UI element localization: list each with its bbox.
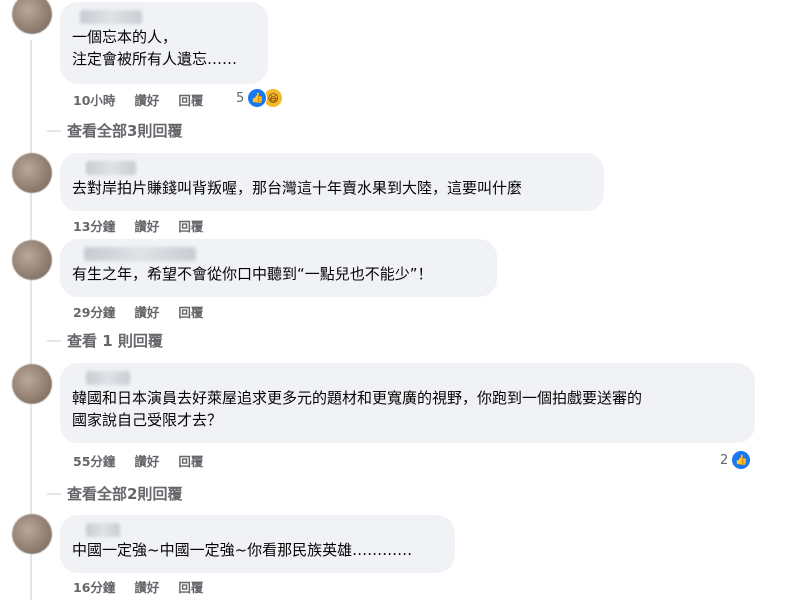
avatar[interactable] [12, 364, 52, 404]
comment-time[interactable]: 16分鐘 [73, 577, 115, 596]
comment-text: 有生之年，希望不會從你口中聽到“一點兒也不能少”！ [72, 265, 433, 283]
comment-author[interactable] [72, 8, 256, 26]
comment-meta: 10小時 讚好 回覆 [73, 90, 222, 109]
avatar[interactable] [12, 0, 52, 34]
comment-text: 韓國和日本演員去好萊屋追求更多元的題材和更寬廣的視野，你跑到一個拍戲要送審的 國… [72, 389, 643, 429]
like-button[interactable]: 讚好 [134, 216, 159, 235]
comment-time[interactable]: 55分鐘 [73, 451, 115, 470]
comment-author[interactable] [72, 159, 592, 177]
avatar[interactable] [12, 153, 52, 193]
comment-bubble: 去對岸拍片賺錢叫背叛喔，那台灣這十年賣水果到大陸，這要叫什麼 [60, 153, 604, 211]
comment-meta: 55分鐘 讚好 回覆 [73, 451, 222, 470]
comment-meta: 16分鐘 讚好 回覆 [73, 577, 222, 596]
avatar[interactable] [12, 514, 52, 554]
comment-bubble: 一個忘本的人， 注定會被所有人遺忘…… [60, 2, 268, 84]
reply-button[interactable]: 回覆 [178, 302, 203, 321]
reaction-summary[interactable]: 5 👍 😆 [236, 88, 284, 108]
comment-bubble: 韓國和日本演員去好萊屋追求更多元的題材和更寬廣的視野，你跑到一個拍戲要送審的 國… [60, 363, 755, 443]
thumbs-up-icon: 👍 [731, 450, 752, 470]
view-replies-link[interactable]: 查看全部2則回覆 [46, 483, 182, 504]
comment-meta: 13分鐘 讚好 回覆 [73, 216, 222, 235]
comment-bubble: 有生之年，希望不會從你口中聽到“一點兒也不能少”！ [60, 239, 497, 297]
comment-author[interactable] [72, 521, 443, 539]
reply-button[interactable]: 回覆 [178, 577, 203, 596]
comment-time[interactable]: 10小時 [73, 90, 115, 109]
comment-meta: 29分鐘 讚好 回覆 [73, 302, 222, 321]
comment-text: 中國一定強~中國一定強~你看那民族英雄………… [72, 541, 413, 559]
like-button[interactable]: 讚好 [134, 302, 159, 321]
like-button[interactable]: 讚好 [134, 90, 159, 109]
comment-author[interactable] [72, 245, 485, 263]
like-button[interactable]: 讚好 [134, 451, 159, 470]
comment-text: 一個忘本的人， 注定會被所有人遺忘…… [72, 28, 238, 68]
reply-button[interactable]: 回覆 [178, 90, 203, 109]
comment-time[interactable]: 13分鐘 [73, 216, 115, 235]
reaction-count: 2 [720, 452, 729, 468]
comment-author[interactable] [72, 369, 743, 387]
comment-text: 去對岸拍片賺錢叫背叛喔，那台灣這十年賣水果到大陸，這要叫什麼 [72, 179, 523, 197]
view-replies-link[interactable]: 查看全部3則回覆 [46, 120, 182, 141]
reaction-summary[interactable]: 2 👍 [720, 450, 752, 470]
avatar[interactable] [12, 240, 52, 280]
reaction-count: 5 [236, 90, 245, 106]
comment-bubble: 中國一定強~中國一定強~你看那民族英雄………… [60, 515, 455, 573]
reply-button[interactable]: 回覆 [178, 451, 203, 470]
thumbs-up-icon: 👍 [247, 88, 268, 108]
view-replies-link[interactable]: 查看 1 則回覆 [47, 330, 163, 351]
like-button[interactable]: 讚好 [134, 577, 159, 596]
reply-button[interactable]: 回覆 [178, 216, 203, 235]
comment-time[interactable]: 29分鐘 [73, 302, 115, 321]
